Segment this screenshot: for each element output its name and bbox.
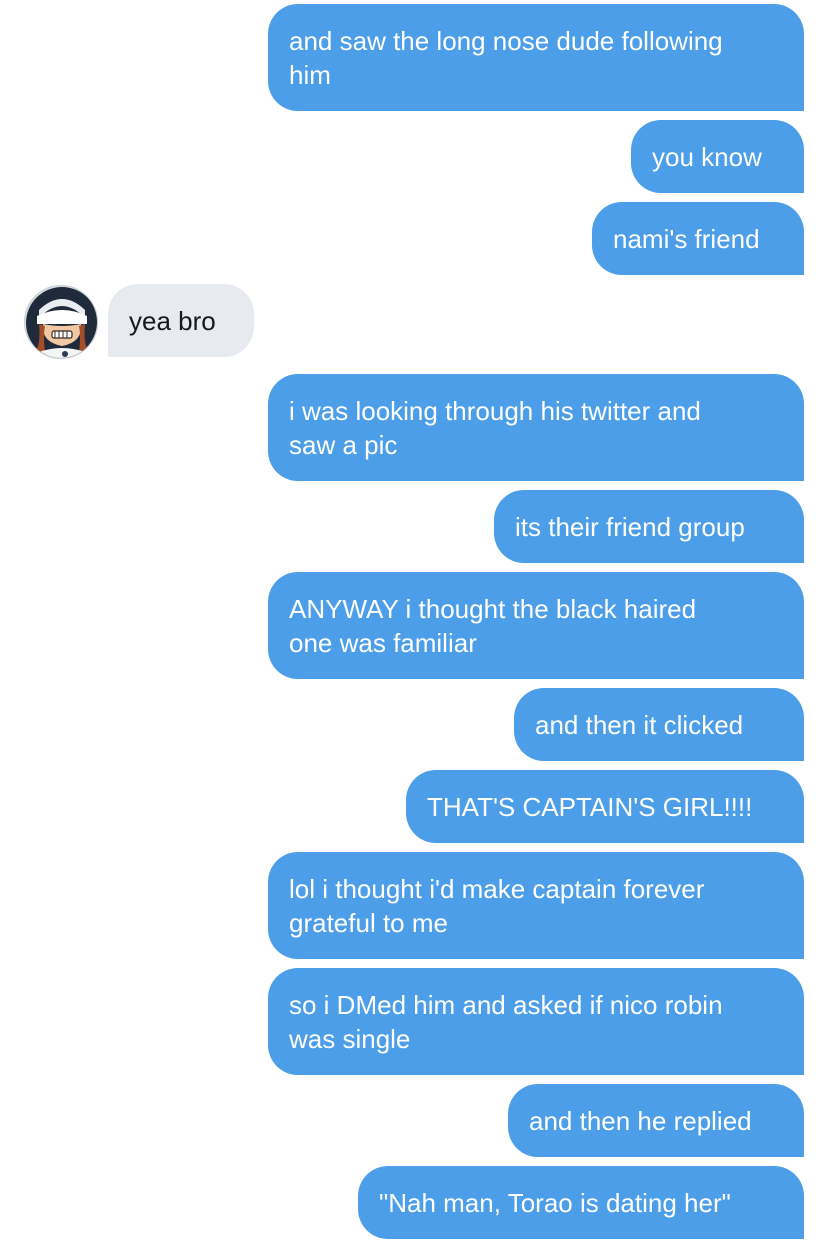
message-bubble-outgoing[interactable]: THAT'S CAPTAIN'S GIRL!!!!: [406, 770, 804, 843]
message-line: one was familiar: [289, 628, 477, 658]
message-line: its their friend group: [515, 512, 745, 542]
message-line: i was looking through his twitter and: [289, 396, 701, 426]
message-line: ANYWAY i thought the black haired: [289, 594, 697, 624]
message-bubble-outgoing[interactable]: "Nah man, Torao is dating her": [358, 1166, 804, 1239]
message-bubble-outgoing[interactable]: and saw the long nose dude following him: [268, 4, 804, 111]
message-bubble-outgoing[interactable]: lol i thought i'd make captain forever g…: [268, 852, 804, 959]
message-bubble-outgoing[interactable]: its their friend group: [494, 490, 804, 563]
message-bubble-outgoing[interactable]: i was looking through his twitter and sa…: [268, 374, 804, 481]
message-line: him: [289, 60, 331, 90]
message-bubble-outgoing[interactable]: so i DMed him and asked if nico robin wa…: [268, 968, 804, 1075]
message-line: was single: [289, 1024, 411, 1054]
message-bubble-outgoing[interactable]: and then it clicked: [514, 688, 804, 761]
message-line: and then he replied: [529, 1106, 752, 1136]
message-line: and then it clicked: [535, 710, 744, 740]
avatar[interactable]: [24, 285, 98, 359]
message-line: and saw the long nose dude following: [289, 26, 723, 56]
message-line: saw a pic: [289, 430, 398, 460]
message-line: grateful to me: [289, 908, 448, 938]
message-line: nami's friend: [613, 224, 760, 254]
message-bubble-outgoing[interactable]: nami's friend: [592, 202, 804, 275]
message-line: lol i thought i'd make captain forever: [289, 874, 705, 904]
message-line: "Nah man, Torao is dating her": [379, 1188, 731, 1218]
message-thread: and saw the long nose dude following him…: [0, 0, 828, 1242]
message-line: THAT'S CAPTAIN'S GIRL!!!!: [427, 792, 753, 822]
message-line: so i DMed him and asked if nico robin: [289, 990, 723, 1020]
message-line: yea bro: [129, 306, 216, 336]
avatar-icon: [25, 286, 97, 358]
message-line: you know: [652, 142, 762, 172]
message-bubble-incoming[interactable]: yea bro: [108, 284, 254, 357]
message-bubble-outgoing[interactable]: ANYWAY i thought the black haired one wa…: [268, 572, 804, 679]
message-bubble-outgoing[interactable]: you know: [631, 120, 804, 193]
message-bubble-outgoing[interactable]: and then he replied: [508, 1084, 804, 1157]
